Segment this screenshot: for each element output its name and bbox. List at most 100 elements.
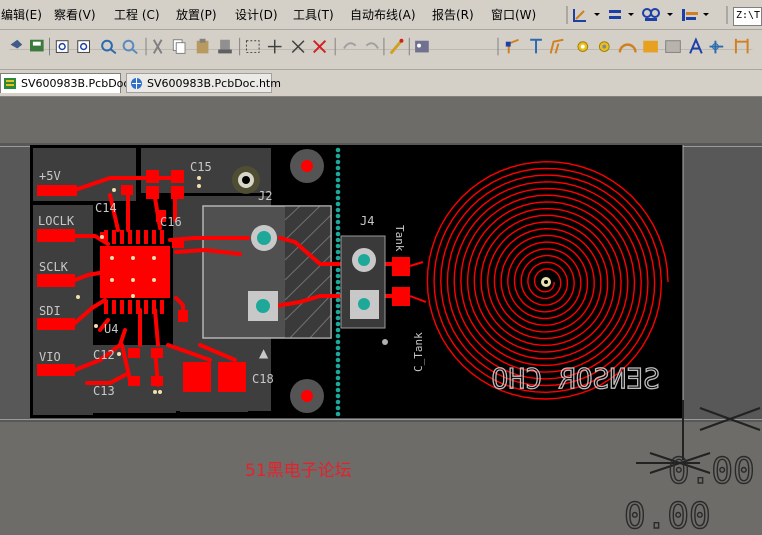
net-label-sclk: SCLK bbox=[39, 260, 69, 274]
ref-c16: C16 bbox=[160, 215, 182, 229]
fence-via bbox=[335, 243, 341, 249]
net-label-vio: VIO bbox=[39, 350, 61, 364]
fence-via bbox=[335, 345, 341, 351]
fence-via bbox=[335, 315, 341, 321]
right-toolbar bbox=[566, 6, 728, 24]
move-icon[interactable] bbox=[267, 39, 282, 54]
fence-via bbox=[335, 297, 341, 303]
dimension-readout-top: 0.00 bbox=[668, 451, 755, 492]
fence-via bbox=[335, 285, 341, 291]
route-multiple-icon[interactable] bbox=[549, 38, 564, 54]
menu-place[interactable]: 放置(P) bbox=[176, 6, 217, 23]
fence-via bbox=[335, 171, 341, 177]
tab-label: SV600983B.PcbDoc bbox=[21, 77, 130, 90]
select-area-icon[interactable] bbox=[245, 40, 260, 53]
fence-via bbox=[335, 279, 341, 285]
undo-icon[interactable] bbox=[343, 42, 357, 50]
route-diff-pair-icon[interactable] bbox=[530, 38, 542, 54]
fence-via bbox=[335, 201, 341, 207]
clear-filter-icon[interactable] bbox=[313, 40, 327, 54]
ref-j4: J4 bbox=[360, 214, 374, 228]
web-page-icon bbox=[131, 78, 142, 89]
paste-icon[interactable] bbox=[196, 38, 209, 54]
rubber-stamp-icon[interactable] bbox=[218, 39, 232, 54]
fence-via bbox=[335, 159, 341, 165]
fence-via bbox=[335, 273, 341, 279]
fence-via bbox=[335, 321, 341, 327]
net-label-loclk: LOCLK bbox=[38, 214, 75, 228]
place-coordinate-icon[interactable] bbox=[709, 40, 724, 54]
open-icon[interactable] bbox=[10, 39, 23, 49]
menu-project[interactable]: 工程 (C) bbox=[114, 6, 160, 23]
align-icon[interactable] bbox=[609, 10, 634, 19]
fence-via bbox=[335, 303, 341, 309]
tab-pcbdoc-htm[interactable]: SV600983B.PcbDoc.htm bbox=[126, 73, 281, 93]
coordinate-field[interactable]: Z:\T bbox=[733, 7, 762, 26]
coil-label-mirrored: SENSOR CHO bbox=[491, 362, 660, 395]
fence-via bbox=[335, 405, 341, 411]
menu-bar: 编辑(E) 察看(V) 工程 (C) 放置(P) 设计(D) 工具(T) 自动布… bbox=[0, 0, 762, 30]
pcb-canvas[interactable]: ▲ +5V LOCLK SCLK SDI VIO C15 C14 C16 J2 … bbox=[0, 97, 762, 535]
fence-via bbox=[335, 387, 341, 393]
fence-via bbox=[335, 339, 341, 345]
place-via-icon[interactable] bbox=[598, 41, 610, 52]
fence-via bbox=[335, 249, 341, 255]
zoom-fit-icon[interactable] bbox=[55, 40, 69, 53]
menu-reports[interactable]: 报告(R) bbox=[432, 6, 474, 23]
fence-via bbox=[335, 363, 341, 369]
fence-via bbox=[335, 381, 341, 387]
pcb-document-icon bbox=[4, 78, 16, 89]
place-pad-icon[interactable] bbox=[577, 41, 589, 52]
component-library-icon[interactable] bbox=[415, 40, 429, 53]
fence-via bbox=[335, 207, 341, 213]
document-tab-bar: SV600983B.PcbDoc SV600983B.PcbDoc.htm bbox=[0, 70, 762, 97]
cut-icon[interactable] bbox=[152, 39, 163, 54]
save-icon[interactable] bbox=[30, 39, 44, 52]
place-dimension-icon[interactable] bbox=[734, 38, 749, 54]
zoom-previous-icon[interactable] bbox=[122, 39, 138, 55]
net-label-5v: +5V bbox=[39, 169, 61, 183]
menu-design[interactable]: 设计(D) bbox=[235, 6, 278, 23]
redo-icon[interactable] bbox=[365, 42, 379, 50]
zoom-area-icon[interactable] bbox=[77, 40, 90, 53]
menu-autoroute[interactable]: 自动布线(A) bbox=[350, 6, 416, 23]
fence-via bbox=[335, 189, 341, 195]
ref-j2: J2 bbox=[258, 189, 272, 203]
fence-via bbox=[335, 231, 341, 237]
find-icon[interactable] bbox=[642, 8, 673, 21]
fence-via bbox=[335, 165, 341, 171]
grid-icon[interactable] bbox=[682, 9, 709, 21]
tab-label: SV600983B.PcbDoc.htm bbox=[147, 77, 281, 90]
fence-via bbox=[335, 147, 341, 153]
fence-via bbox=[335, 393, 341, 399]
tank-designator: C_Tank bbox=[412, 332, 425, 372]
zoom-select-icon[interactable] bbox=[101, 39, 117, 55]
ref-c12: C12 bbox=[93, 348, 115, 362]
fence-via bbox=[335, 357, 341, 363]
place-polygon-icon[interactable] bbox=[665, 40, 681, 53]
menu-tools[interactable]: 工具(T) bbox=[293, 6, 334, 23]
fence-via bbox=[335, 255, 341, 261]
ref-c14: C14 bbox=[95, 201, 117, 215]
tab-pcbdoc[interactable]: SV600983B.PcbDoc bbox=[0, 73, 129, 93]
j4-connector bbox=[340, 235, 386, 329]
filter-icon[interactable] bbox=[573, 9, 600, 22]
fence-via bbox=[335, 213, 341, 219]
fence-via bbox=[335, 267, 341, 273]
place-string-icon[interactable] bbox=[689, 37, 703, 54]
main-toolbar bbox=[0, 30, 762, 70]
fence-via bbox=[335, 177, 341, 183]
ref-c15: C15 bbox=[190, 160, 212, 174]
menu-window[interactable]: 窗口(W) bbox=[491, 6, 536, 23]
menu-view[interactable]: 察看(V) bbox=[54, 6, 96, 23]
place-arc-icon[interactable] bbox=[618, 43, 637, 53]
copy-icon[interactable] bbox=[172, 39, 186, 54]
fence-via bbox=[335, 327, 341, 333]
forum-watermark: 51黑电子论坛 bbox=[245, 461, 352, 481]
deselect-icon[interactable] bbox=[291, 40, 305, 53]
interactive-route-icon[interactable] bbox=[505, 38, 519, 54]
menu-edit[interactable]: 编辑(E) bbox=[1, 6, 42, 23]
place-fill-icon[interactable] bbox=[643, 40, 658, 53]
dimension-readout-bottom: 0.00 bbox=[624, 496, 711, 535]
cross-probe-icon[interactable] bbox=[389, 38, 404, 55]
